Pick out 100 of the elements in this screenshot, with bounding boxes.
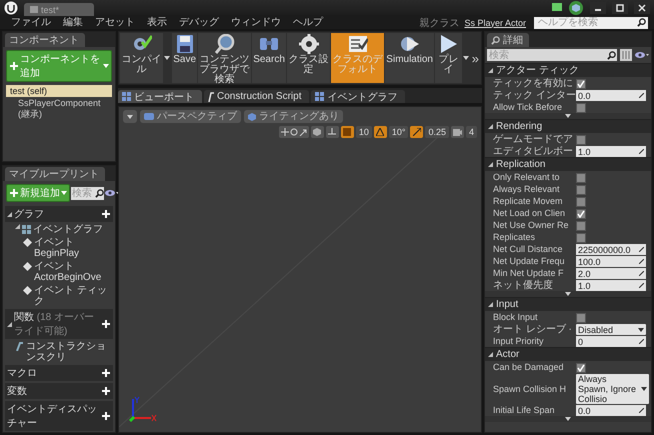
add-icon[interactable] [101, 368, 111, 378]
editor-tab[interactable]: イベントグラフ [311, 90, 406, 103]
expand-arrow-icon[interactable] [488, 352, 493, 357]
expand-arrow-icon[interactable] [7, 322, 12, 326]
dropdown[interactable]: Always Spawn, Ignore Collisio [576, 374, 649, 404]
checkbox[interactable] [576, 362, 586, 372]
checkbox[interactable] [576, 184, 586, 194]
menu-item[interactable]: ウィンドウ [226, 16, 286, 28]
camera-speed-button[interactable] [450, 126, 464, 138]
save-button[interactable]: Save [172, 33, 198, 83]
my-blueprint-tab[interactable]: マイブループリント [5, 167, 105, 181]
lighting-button[interactable]: ライティングあり [244, 110, 343, 123]
number-field[interactable]: 2.0 [576, 268, 646, 279]
search-button[interactable]: Search [252, 33, 286, 83]
simulation-button[interactable]: Simulation [385, 33, 434, 83]
number-field[interactable]: 0 [576, 336, 646, 347]
event-item[interactable]: イベント ActorBeginOve [3, 260, 115, 284]
compile-button[interactable]: コンパイル [120, 33, 164, 83]
surface-snap-toggle[interactable] [326, 126, 339, 138]
close-button[interactable] [634, 2, 650, 14]
settings-button[interactable]: クラス設定 [286, 33, 330, 83]
minimize-button[interactable] [590, 2, 606, 14]
number-field[interactable]: 0.0 [576, 90, 646, 101]
checkbox[interactable] [576, 220, 586, 230]
help-search-field[interactable]: ヘルプを検索 [534, 16, 648, 28]
scale-snap-toggle[interactable] [410, 126, 424, 138]
component-tree-item[interactable]: SsPlayerComponent (継承) [6, 97, 112, 122]
rotation-snap-toggle[interactable] [374, 126, 387, 138]
cube-icon[interactable] [568, 1, 584, 15]
checkbox[interactable] [576, 172, 586, 182]
event-item[interactable]: イベント BeginPlay [3, 236, 115, 260]
browse-button[interactable]: コンテンツブラウザで検索 [198, 33, 252, 83]
checkbox[interactable] [576, 208, 586, 218]
section-header[interactable]: 変数 [5, 383, 113, 399]
expand-arrow-icon[interactable] [7, 212, 12, 216]
section-header[interactable]: アクター ティック [485, 63, 651, 77]
grid-snap-toggle[interactable] [340, 126, 354, 138]
expand-arrow-icon[interactable] [488, 162, 493, 167]
menu-item[interactable]: 編集 [58, 16, 88, 28]
menu-item[interactable]: ヘルプ [288, 16, 328, 28]
grid-snap-value[interactable]: 10 [356, 126, 372, 138]
number-field[interactable]: 225000000.0 [576, 244, 646, 255]
menu-item[interactable]: アセット [90, 16, 140, 28]
search-button[interactable] [605, 49, 617, 61]
transform-tools[interactable] [278, 126, 309, 138]
toolbar-overflow[interactable]: » [470, 33, 480, 83]
checkbox[interactable] [576, 232, 586, 242]
section-header[interactable]: グラフ [5, 206, 113, 222]
perspective-button[interactable]: パースペクティブ [140, 110, 241, 123]
editor-tab[interactable]: Construction Script [204, 90, 310, 103]
expand-arrow-icon[interactable] [488, 124, 493, 129]
editor-tab[interactable]: ビューポート [118, 90, 202, 103]
menu-item[interactable]: ファイル [6, 16, 56, 28]
checkbox[interactable] [576, 102, 586, 112]
menu-item[interactable]: 表示 [142, 16, 172, 28]
dropdown[interactable]: Disabled [576, 324, 646, 335]
search-field[interactable]: 検索 [71, 186, 104, 200]
add-icon[interactable] [101, 411, 111, 421]
search-icon[interactable] [95, 188, 104, 198]
property-label: Input Priority [493, 336, 545, 347]
number-field[interactable]: 1.0 [576, 146, 646, 157]
rotation-snap-value[interactable]: 10° [388, 126, 408, 138]
expand-arrow-icon[interactable] [488, 302, 493, 307]
view-options-button[interactable] [123, 110, 137, 123]
section-header[interactable]: マクロ [5, 365, 113, 381]
add-icon[interactable] [101, 319, 111, 329]
event-item[interactable]: イベント ティック [3, 284, 115, 308]
add-icon[interactable] [101, 209, 111, 219]
maximize-button[interactable] [612, 2, 628, 14]
number-field[interactable]: 1.0 [576, 280, 646, 291]
expand-arrow-icon[interactable] [488, 68, 493, 73]
section-header[interactable]: Rendering [485, 119, 651, 133]
number-field[interactable]: 100.0 [576, 256, 646, 267]
scale-snap-value[interactable]: 0.25 [425, 126, 449, 138]
parent-class-link[interactable]: Ss Player Actor [464, 18, 526, 28]
function-item[interactable]: コンストラクションスクリ [3, 340, 115, 364]
components-tab[interactable]: コンポーネント [5, 33, 85, 47]
number-field[interactable]: 0.0 [576, 405, 646, 416]
details-search-field[interactable]: 検索 [487, 49, 605, 61]
add-icon[interactable] [101, 386, 111, 396]
camera-speed-value[interactable]: 4 [466, 126, 477, 138]
search-icon[interactable] [637, 18, 646, 27]
checkbox[interactable] [576, 134, 586, 144]
world-local-toggle[interactable] [310, 126, 324, 138]
section-header[interactable]: Input [485, 297, 651, 311]
graph-item[interactable]: イベントグラフ [3, 223, 115, 236]
eye-icon[interactable] [635, 51, 649, 59]
component-tree-item[interactable]: test (self) [6, 85, 112, 97]
menu-item[interactable]: デバッグ [174, 16, 224, 28]
expand-arrow-icon[interactable] [15, 224, 20, 229]
section-header[interactable]: 関数 (18 オーバーライド可能) [5, 309, 113, 339]
section-header[interactable]: Actor [485, 347, 651, 361]
viewport[interactable]: パースペクティブ ライティングあり 10 10° 0.25 4 [118, 106, 482, 433]
details-tab[interactable]: 詳細 [487, 33, 529, 47]
section-header[interactable]: Replication [485, 157, 651, 171]
play-button[interactable]: プレイ [435, 33, 462, 83]
checkbox[interactable] [576, 78, 586, 88]
section-header[interactable]: イベントディスパッチャー [5, 401, 113, 431]
checkbox[interactable] [576, 196, 586, 206]
checkbox[interactable] [576, 312, 586, 322]
